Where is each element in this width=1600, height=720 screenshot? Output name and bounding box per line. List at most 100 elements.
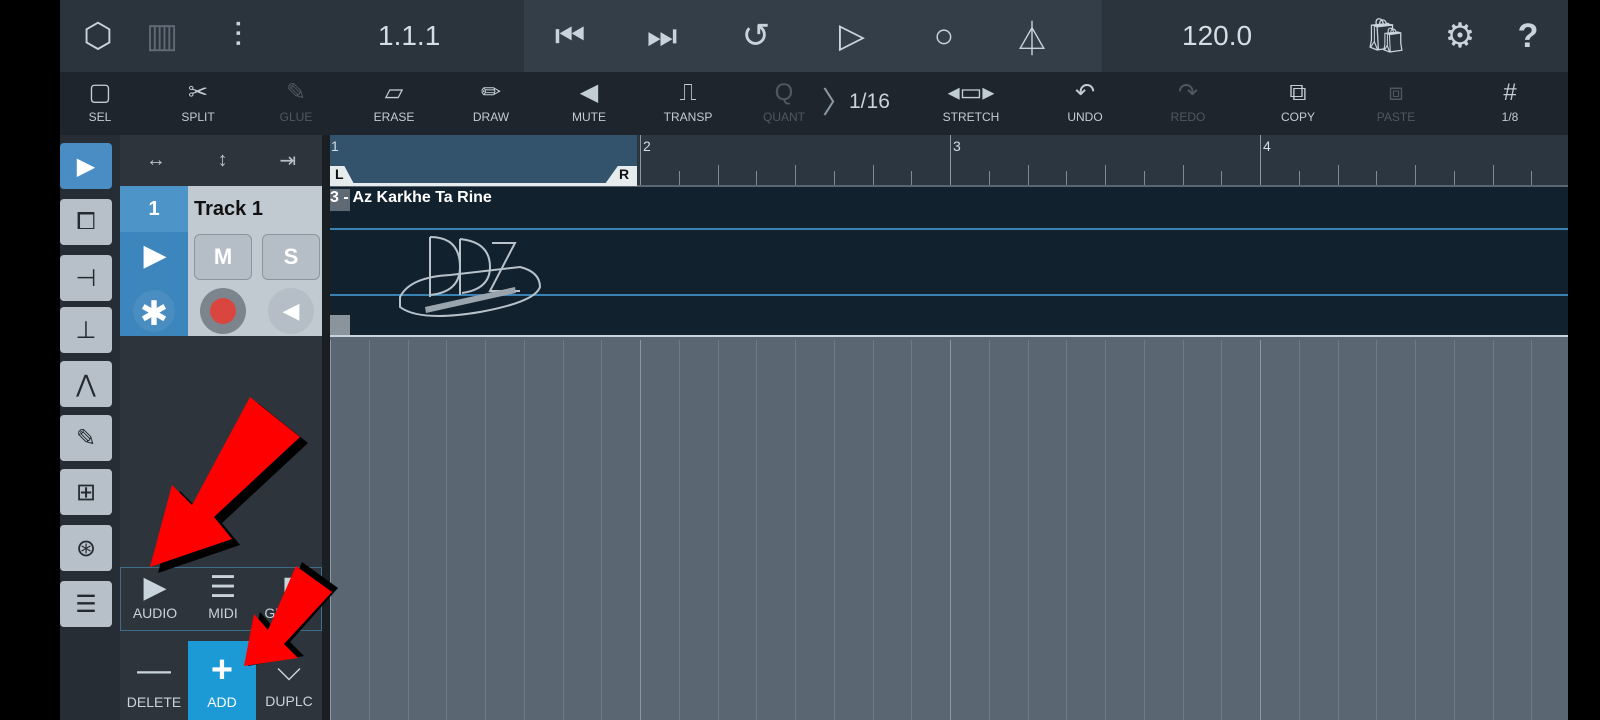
beat-tick — [1182, 165, 1184, 185]
skip-forward-icon[interactable]: ⏭ — [640, 14, 684, 58]
beat-tick — [1221, 171, 1223, 185]
bar-number: 3 — [953, 138, 961, 154]
grid-line — [1492, 340, 1494, 720]
tool-erase[interactable]: ▱ ERASE — [354, 76, 434, 134]
beat-tick — [756, 171, 758, 185]
automation-button[interactable]: ⋀ — [60, 361, 112, 407]
tool-quantize[interactable]: Q QUANT — [744, 76, 824, 134]
tool-mute[interactable]: ◀ MUTE — [549, 76, 629, 134]
select-icon: ▢ — [88, 79, 112, 106]
grid-line — [1415, 340, 1416, 720]
chevron-right-icon: 〉 — [822, 87, 852, 120]
red-annotation-arrow-audio — [150, 397, 308, 573]
record-dot-icon — [210, 298, 236, 324]
redo-button[interactable]: ↷ REDO — [1148, 76, 1228, 134]
fader-icon: ⊞ — [75, 478, 97, 506]
tool-transpose[interactable]: ⎍ TRANSP — [648, 76, 728, 134]
tool-draw[interactable]: ✏ DRAW — [451, 76, 531, 134]
split-view-icon[interactable]: ⇥ — [279, 148, 296, 173]
red-annotation-arrow-add — [244, 562, 338, 666]
fader-button[interactable]: ⊞ — [60, 469, 112, 515]
beat-tick — [988, 171, 990, 185]
stretch-icon: ◂▭▸ — [947, 79, 995, 106]
track-header[interactable]: 1 Track 1 ▶ M S ✱ ◀ — [120, 186, 322, 336]
position-display[interactable]: 1.1.1 — [378, 20, 440, 52]
monitor-icon: ⊥ — [75, 316, 97, 344]
mute-button[interactable]: M — [194, 234, 252, 280]
grid-icon: # — [1503, 79, 1517, 106]
beat-tick — [717, 165, 719, 185]
gear-icon[interactable]: ⚙ — [1438, 14, 1482, 58]
grid-line — [1376, 340, 1378, 720]
undo-button[interactable]: ↶ UNDO — [1045, 76, 1125, 134]
beat-tick — [1376, 171, 1378, 185]
grid-line — [988, 340, 990, 720]
beat-tick — [1143, 171, 1145, 185]
record-icon[interactable]: ○ — [922, 14, 966, 58]
insert-icon: ⊣ — [75, 264, 97, 292]
quantize-value[interactable]: 1/16 — [849, 90, 890, 114]
clip-resize-handle[interactable] — [330, 315, 350, 335]
play-icon[interactable]: ▷ — [830, 14, 874, 58]
asterisk-icon[interactable]: ✱ — [133, 290, 175, 333]
bar-line — [1260, 135, 1261, 185]
grid-line — [562, 340, 564, 720]
help-icon[interactable]: ? — [1506, 14, 1550, 58]
grid-line — [1260, 340, 1261, 720]
ddz-watermark-logo — [399, 236, 542, 317]
copy-button[interactable]: ⧉ COPY — [1258, 76, 1338, 134]
tool-glue[interactable]: ✎ GLUE — [256, 76, 336, 134]
delete-track-button[interactable]: — DELETE — [120, 641, 188, 720]
loop-region[interactable] — [330, 135, 637, 185]
paste-icon: ⧈ — [1388, 79, 1404, 106]
tool-select[interactable]: ▢ SEL — [60, 76, 140, 134]
skip-back-icon[interactable]: ⏮ — [548, 14, 592, 58]
eraser-icon: ▱ — [384, 79, 404, 106]
track-number: 1 — [120, 186, 188, 232]
piano-keys-icon[interactable]: ▥ — [140, 14, 184, 58]
tempo-display[interactable]: 120.0 — [1182, 20, 1252, 52]
grid-line — [485, 340, 486, 720]
loop-icon[interactable]: ↺ — [734, 14, 778, 58]
grid-line — [1221, 340, 1223, 720]
routing-button[interactable]: ⧠ — [60, 199, 112, 245]
grid-line — [833, 340, 835, 720]
tool-split[interactable]: ✂ SPLIT — [158, 76, 238, 134]
shop-icon[interactable]: 🛍 — [1364, 14, 1408, 58]
mixer-icon[interactable]: ⫶ — [216, 14, 260, 58]
clip-title: 3 - Az Karkhe Ta Rine — [330, 189, 492, 206]
beat-tick — [1492, 165, 1494, 185]
edit-button[interactable]: ✎ — [60, 415, 112, 461]
grid-button[interactable]: #1/8 — [1470, 76, 1550, 134]
solo-button[interactable]: S — [262, 234, 320, 280]
grid-line — [407, 340, 409, 720]
transpose-icon: ⎍ — [679, 79, 697, 106]
beat-tick — [1531, 171, 1533, 185]
edit-icon: ✎ — [75, 424, 97, 452]
hamburger-icon: ☰ — [75, 590, 97, 618]
grid-line — [1066, 340, 1068, 720]
speaker-icon: ◀ — [579, 79, 599, 106]
metronome-icon[interactable]: ⏃ — [1010, 14, 1054, 59]
arrow-tool-button[interactable]: ▶ — [60, 143, 112, 189]
undo-icon: ↶ — [1074, 79, 1096, 106]
fx-button[interactable]: ⊛ — [60, 525, 112, 571]
insert-button[interactable]: ⊣ — [60, 255, 112, 301]
nodes-icon: ⋀ — [76, 370, 96, 398]
menu-button[interactable]: ☰ — [60, 581, 112, 627]
beat-tick — [678, 171, 680, 185]
redo-icon: ↷ — [1177, 79, 1199, 106]
glue-icon: ✎ — [285, 79, 307, 106]
audio-clip[interactable]: 3 - Az Karkhe Ta Rine — [330, 187, 1568, 337]
monitor-speaker-icon[interactable]: ◀ — [268, 288, 314, 334]
record-arm-button[interactable] — [200, 288, 246, 334]
paste-button[interactable]: ⧈ PASTE — [1356, 76, 1436, 134]
tool-stretch[interactable]: ◂▭▸ STRETCH — [931, 76, 1011, 134]
fit-horizontal-icon[interactable]: ↔ — [146, 149, 166, 172]
send-button[interactable]: ⊥ — [60, 307, 112, 353]
bar-number: 2 — [643, 138, 651, 154]
track-name[interactable]: Track 1 — [194, 198, 263, 221]
song-icon[interactable]: ⬡ — [76, 14, 120, 58]
grid-line — [640, 340, 641, 720]
fit-vertical-icon[interactable]: ↕ — [218, 149, 228, 172]
